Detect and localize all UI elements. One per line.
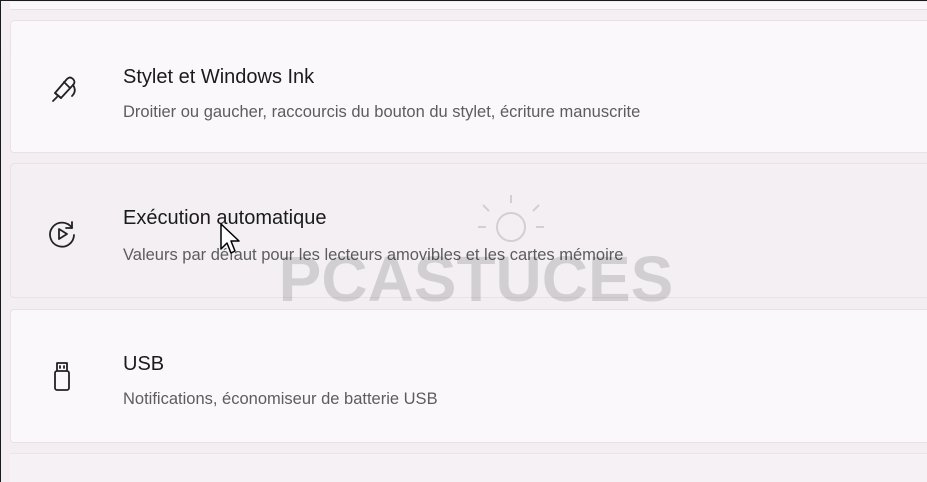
item-title: USB	[123, 353, 165, 375]
usb-icon	[45, 359, 79, 393]
pen-icon	[45, 71, 79, 105]
settings-item-pen-windows-ink[interactable]: Stylet et Windows Ink Droitier ou gauche…	[10, 20, 927, 153]
autoplay-icon	[45, 217, 79, 251]
item-description: Droitier ou gaucher, raccourcis du bouto…	[123, 103, 641, 121]
item-description: Notifications, économiseur de batterie U…	[123, 390, 438, 408]
settings-item-autoplay[interactable]: Exécution automatique Valeurs par défaut…	[10, 163, 927, 298]
item-title: Stylet et Windows Ink	[123, 66, 315, 88]
previous-item-edge	[10, 2, 927, 10]
item-description: Valeurs par défaut pour les lecteurs amo…	[123, 246, 624, 264]
settings-window: Stylet et Windows Ink Droitier ou gauche…	[0, 0, 927, 482]
settings-item-usb[interactable]: USB Notifications, économiseur de batter…	[10, 309, 927, 443]
next-item-edge	[10, 453, 927, 482]
mouse-cursor-icon	[220, 223, 240, 254]
